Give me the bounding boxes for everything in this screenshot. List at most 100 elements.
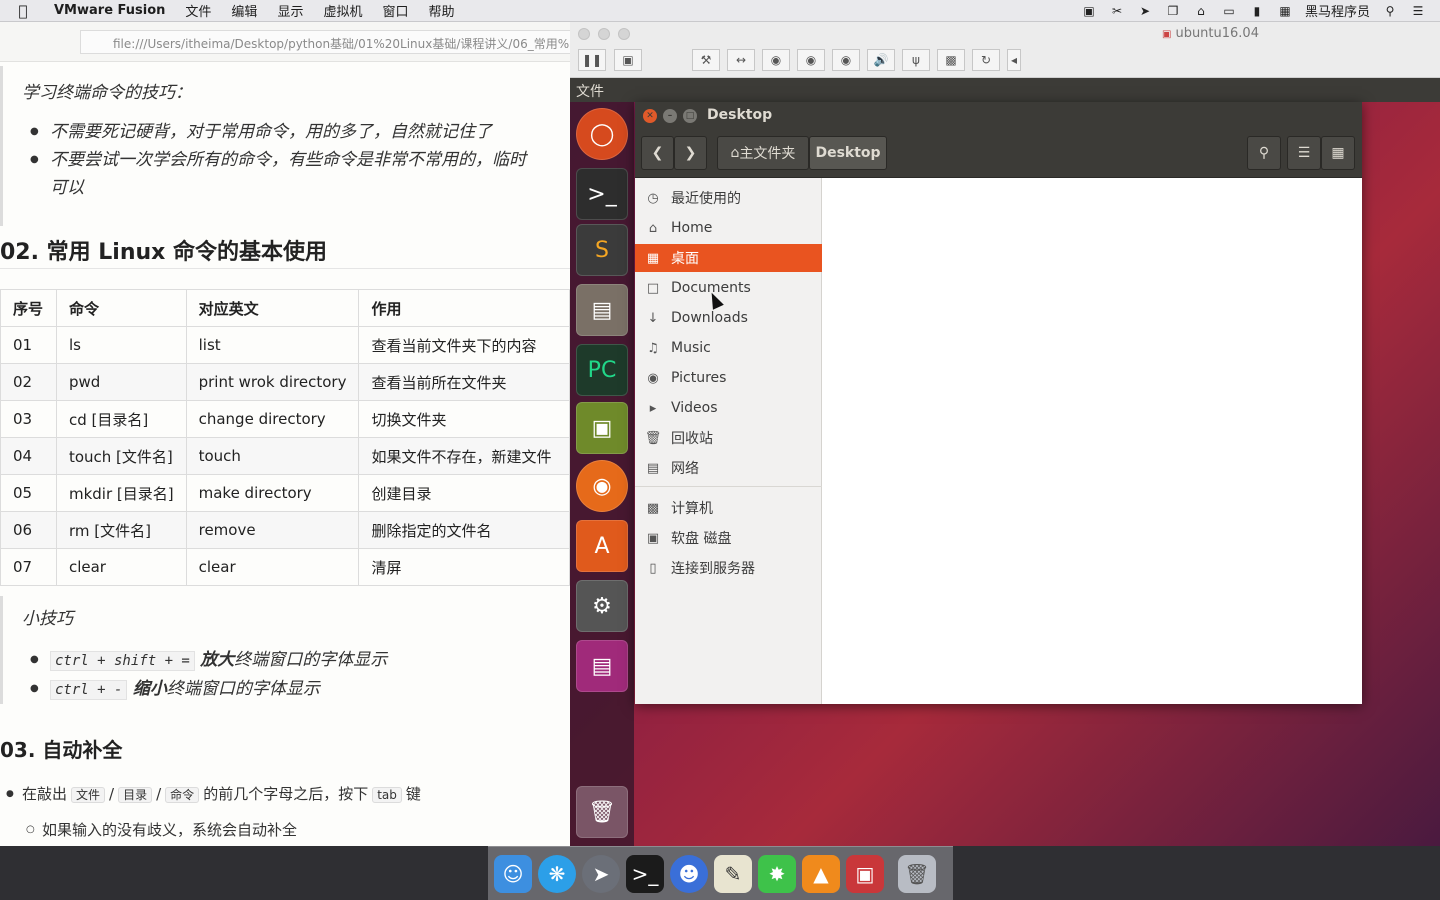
scissors-icon[interactable]: ✂ bbox=[1109, 4, 1125, 18]
ubuntu-dash-icon[interactable]: ◯ bbox=[576, 108, 628, 160]
usb-icon[interactable]: ψ bbox=[902, 49, 930, 71]
settings-wrench-icon[interactable]: ⚒ bbox=[692, 49, 720, 71]
disk-icon[interactable]: ◉ bbox=[762, 49, 790, 71]
wifi-icon[interactable]: ⌂ bbox=[1193, 4, 1209, 18]
list-view-icon: ☰ bbox=[1297, 145, 1311, 161]
send-icon[interactable]: ➤ bbox=[1137, 4, 1153, 18]
sidebar-item-documents[interactable]: □ Documents bbox=[635, 274, 822, 302]
sidebar-item-videos[interactable]: ▸ Videos bbox=[635, 394, 822, 422]
minimize-window-icon[interactable] bbox=[598, 28, 610, 40]
cd2-icon[interactable]: ◉ bbox=[832, 49, 860, 71]
sidebar-item-network[interactable]: ▤ 网络 bbox=[635, 454, 822, 482]
file-view[interactable] bbox=[829, 178, 1362, 704]
menu-file[interactable]: 文件 bbox=[175, 1, 221, 20]
sidebar-item-trash[interactable]: 🗑 回收站 bbox=[635, 424, 822, 452]
url-field[interactable]: file:///Users/itheima/Desktop/python基础/0… bbox=[80, 30, 570, 54]
trash-dock-icon[interactable]: 🗑 bbox=[898, 854, 936, 893]
sidebar-item-computer[interactable]: ▩ 计算机 bbox=[635, 494, 822, 522]
sidebar-item-recent[interactable]: ◷ 最近使用的 bbox=[635, 184, 822, 212]
safari-icon[interactable]: ❋ bbox=[538, 854, 576, 893]
menu-window[interactable]: 窗口 bbox=[372, 1, 418, 20]
toolbar-more-icon[interactable]: ◂ bbox=[1007, 49, 1021, 71]
cd-icon[interactable]: ◉ bbox=[797, 49, 825, 71]
terminal-icon[interactable]: >_ bbox=[576, 168, 628, 220]
xmind-icon[interactable]: ✸ bbox=[758, 854, 796, 893]
table-header: 命令 bbox=[55, 289, 187, 327]
sidebar-item-music[interactable]: ♫ Music bbox=[635, 334, 822, 362]
maximize-icon[interactable]: □ bbox=[683, 109, 697, 123]
breadcrumb-current[interactable]: Desktop bbox=[809, 136, 887, 170]
table-cell: pwd bbox=[55, 363, 187, 401]
sidebar-item-floppy[interactable]: ▣ 软盘 磁盘 bbox=[635, 524, 822, 552]
snapshot-icon[interactable]: ▣ bbox=[614, 49, 642, 71]
finder-icon[interactable]: ☺ bbox=[494, 854, 532, 893]
qq-icon[interactable]: ☻ bbox=[670, 854, 708, 893]
section-heading-autocomplete: 03. 自动补全 bbox=[0, 738, 123, 762]
pause-icon[interactable]: ❚❚ bbox=[578, 49, 606, 71]
music-icon: ♫ bbox=[647, 340, 659, 356]
network-arrows-icon[interactable]: ↔ bbox=[727, 49, 755, 71]
workspace-icon[interactable]: ▤ bbox=[576, 640, 628, 692]
table-header: 对应英文 bbox=[185, 289, 360, 327]
menu-vm[interactable]: 虚拟机 bbox=[313, 1, 372, 20]
breadcrumb-home[interactable]: ⌂ 主文件夹 bbox=[717, 136, 809, 170]
record-icon[interactable]: ▣ bbox=[1081, 4, 1097, 18]
menu-app-name[interactable]: VMware Fusion bbox=[46, 3, 175, 18]
sidebar-item-home[interactable]: ⌂ Home bbox=[635, 214, 822, 242]
close-icon[interactable]: ✕ bbox=[643, 109, 657, 123]
sidebar-item-connect-server[interactable]: ▯ 连接到服务器 bbox=[635, 554, 822, 582]
maps-icon[interactable]: ✎ bbox=[714, 854, 752, 893]
vmware-dock-icon[interactable]: ▣ bbox=[846, 854, 884, 893]
close-window-icon[interactable] bbox=[578, 28, 590, 40]
apple-menu-icon[interactable]:  bbox=[0, 2, 46, 20]
nautilus-title: Desktop bbox=[707, 107, 773, 123]
forward-button[interactable]: ❯ bbox=[674, 136, 707, 170]
airplay-icon[interactable]: ▭ bbox=[1221, 4, 1237, 18]
battery-icon[interactable]: ▮ bbox=[1249, 4, 1265, 18]
book-icon[interactable]: ▣ bbox=[576, 402, 628, 454]
software-center-icon[interactable]: A bbox=[576, 520, 628, 572]
copy-icon[interactable]: ❐ bbox=[1165, 4, 1181, 18]
input-method-icon[interactable]: ▦ bbox=[1277, 4, 1293, 18]
sound-icon[interactable]: 🔊 bbox=[867, 49, 895, 71]
user-name[interactable]: 黑马程序员 bbox=[1305, 1, 1370, 20]
sublime-text-icon[interactable]: S bbox=[576, 224, 628, 276]
search-button[interactable]: ⚲ bbox=[1247, 136, 1281, 170]
firefox-icon[interactable]: ◉ bbox=[576, 460, 628, 512]
nautilus-sidebar: ◷ 最近使用的 ⌂ Home ▦ 桌面 □ Documents ↓ Downloads ♫… bbox=[635, 178, 822, 704]
grid-view-button[interactable]: ▦ bbox=[1321, 136, 1355, 170]
zoom-window-icon[interactable] bbox=[618, 28, 630, 40]
table-cell: 02 bbox=[0, 363, 57, 401]
table-header-row: 序号 命令 对应英文 作用 bbox=[0, 289, 570, 327]
sidebar-item-desktop[interactable]: ▦ 桌面 bbox=[635, 244, 822, 272]
table-row: 01 ls list 查看当前文件夹下的内容 bbox=[0, 326, 570, 364]
pycharm-icon[interactable]: PC bbox=[576, 344, 628, 396]
launchpad-icon[interactable]: ➤ bbox=[582, 854, 620, 893]
minimize-icon[interactable]: – bbox=[663, 109, 677, 123]
menu-help[interactable]: 帮助 bbox=[418, 1, 464, 20]
camera-icon: ◉ bbox=[647, 370, 659, 386]
mac-menubar:  VMware Fusion 文件 编辑 显示 虚拟机 窗口 帮助 ▣ ✂ ➤… bbox=[0, 0, 1440, 22]
back-button[interactable]: ❮ bbox=[641, 136, 674, 170]
system-settings-icon[interactable]: ⚙ bbox=[576, 580, 628, 632]
table-cell: 06 bbox=[0, 511, 57, 549]
refresh-icon[interactable]: ↻ bbox=[972, 49, 1000, 71]
notification-list-icon[interactable]: ☰ bbox=[1410, 4, 1426, 18]
spotlight-icon[interactable]: ⚲ bbox=[1382, 4, 1398, 18]
list-view-button[interactable]: ☰ bbox=[1287, 136, 1321, 170]
table-cell: change directory bbox=[185, 400, 360, 438]
file-manager-icon[interactable]: ▤ bbox=[576, 284, 628, 336]
floppy-toolbar-icon[interactable]: ▩ bbox=[937, 49, 965, 71]
table-row: 02 pwd print wrok directory 查看当前所在文件夹 bbox=[0, 363, 570, 401]
vlc-icon[interactable]: ▲ bbox=[802, 854, 840, 893]
nautilus-titlebar: ✕ – □ Desktop bbox=[635, 102, 1362, 130]
menu-edit[interactable]: 编辑 bbox=[221, 1, 267, 20]
sidebar-item-pictures[interactable]: ◉ Pictures bbox=[635, 364, 822, 392]
ubuntu-topbar[interactable]: 文件 bbox=[570, 78, 1440, 102]
table-cell: clear bbox=[185, 548, 360, 586]
menu-view[interactable]: 显示 bbox=[267, 1, 313, 20]
sidebar-item-downloads[interactable]: ↓ Downloads bbox=[635, 304, 822, 332]
terminal-dock-icon[interactable]: >_ bbox=[626, 854, 664, 893]
trash-launcher-icon[interactable]: 🗑 bbox=[576, 786, 628, 838]
blockquote-bar bbox=[0, 596, 3, 704]
